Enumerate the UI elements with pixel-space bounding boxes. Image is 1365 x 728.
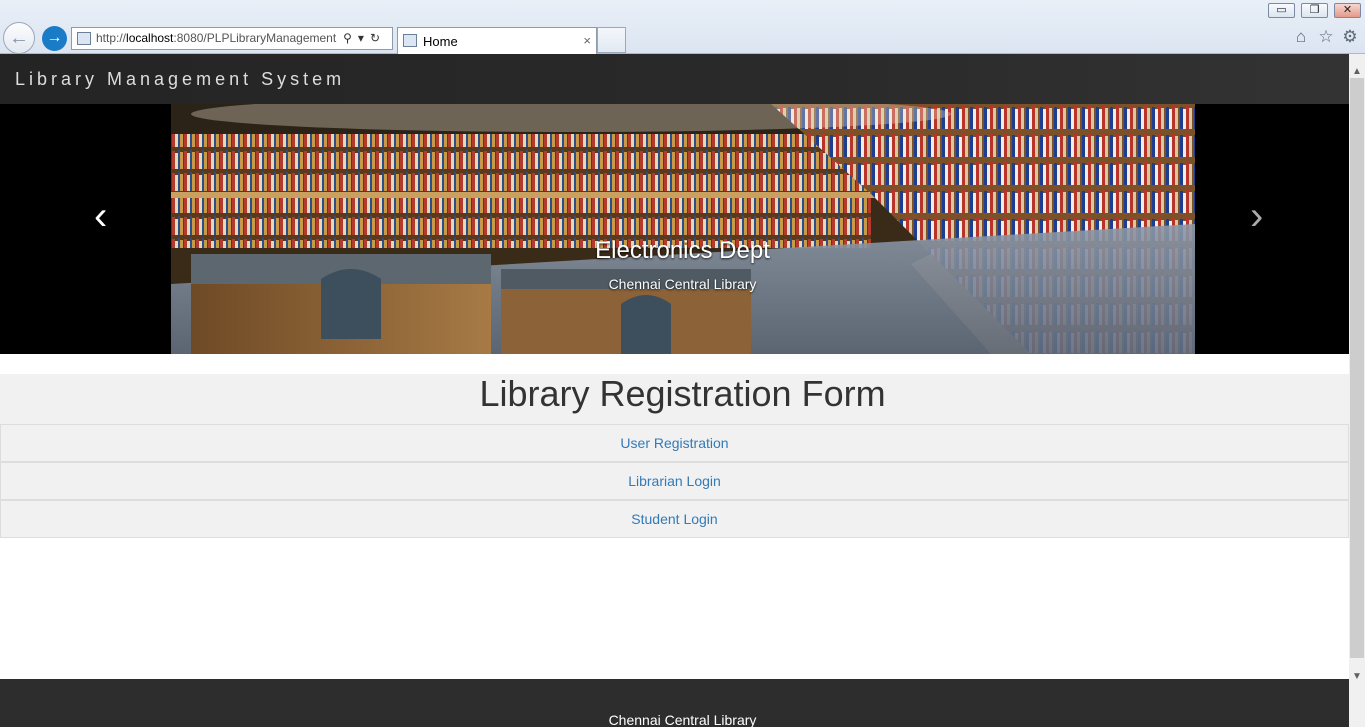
close-window-button[interactable]: ✕ <box>1334 3 1361 18</box>
arrow-right-icon: → <box>46 29 63 46</box>
vertical-scrollbar[interactable]: ▲ ▼ <box>1349 54 1365 727</box>
browser-tab-home[interactable]: Home × <box>397 27 597 54</box>
minimize-button[interactable]: ▭ <box>1268 3 1295 18</box>
url-path: :8080/PLPLibraryManagement <box>173 31 337 45</box>
tab-title: Home <box>423 34 458 49</box>
carousel-prev-icon[interactable]: ‹ <box>94 194 107 239</box>
url-prefix: http:// <box>96 31 127 45</box>
new-tab-button[interactable] <box>597 27 626 53</box>
form-header: Library Registration Form <box>0 374 1349 424</box>
tab-close-icon[interactable]: × <box>583 28 591 53</box>
back-button[interactable]: ← <box>3 22 35 54</box>
star-icon[interactable]: ☆ <box>1316 27 1336 47</box>
address-actions[interactable]: ⚲▾↻ <box>343 28 386 49</box>
brand-title[interactable]: Library Management System <box>15 69 345 90</box>
carousel-caption-title: Electronics Dept <box>595 237 770 264</box>
search-icon[interactable]: ⚲ <box>343 31 358 45</box>
library-scene-image <box>171 104 1195 354</box>
url-host: localhost <box>126 31 174 45</box>
navbar: Library Management System <box>0 54 1349 104</box>
footer: Chennai Central Library <box>0 679 1349 728</box>
restore-button[interactable]: ❐ <box>1301 3 1328 18</box>
student-login-link[interactable]: Student Login <box>0 500 1349 538</box>
tab-page-icon <box>403 34 417 47</box>
carousel-caption-subtitle: Chennai Central Library <box>608 276 757 292</box>
scroll-down-icon[interactable]: ▼ <box>1349 667 1365 687</box>
home-icon[interactable]: ⌂ <box>1291 27 1311 47</box>
page-title: Library Registration Form <box>479 373 886 414</box>
address-bar[interactable]: http://localhost:8080/PLPLibraryManageme… <box>71 27 393 50</box>
arrow-left-icon: ← <box>9 27 29 49</box>
librarian-login-link[interactable]: Librarian Login <box>0 462 1349 500</box>
refresh-icon[interactable]: ↻ <box>370 31 386 45</box>
scrollbar-thumb[interactable] <box>1350 78 1364 658</box>
page-icon <box>77 32 91 45</box>
carousel-image <box>171 104 1195 354</box>
forward-button[interactable]: → <box>42 26 67 51</box>
footer-text: Chennai Central Library <box>608 712 757 728</box>
carousel: ‹ › Electronics Dept Chennai Central Lib… <box>0 104 1349 354</box>
carousel-next-icon[interactable]: › <box>1250 194 1263 239</box>
gear-icon[interactable]: ⚙ <box>1340 27 1360 47</box>
dropdown-icon[interactable]: ▾ <box>358 31 370 45</box>
address-url[interactable]: http://localhost:8080/PLPLibraryManageme… <box>96 28 336 49</box>
user-registration-link[interactable]: User Registration <box>0 424 1349 462</box>
browser-chrome: ▭ ❐ ✕ ← → http://localhost:8080/PLPLibra… <box>0 0 1365 54</box>
